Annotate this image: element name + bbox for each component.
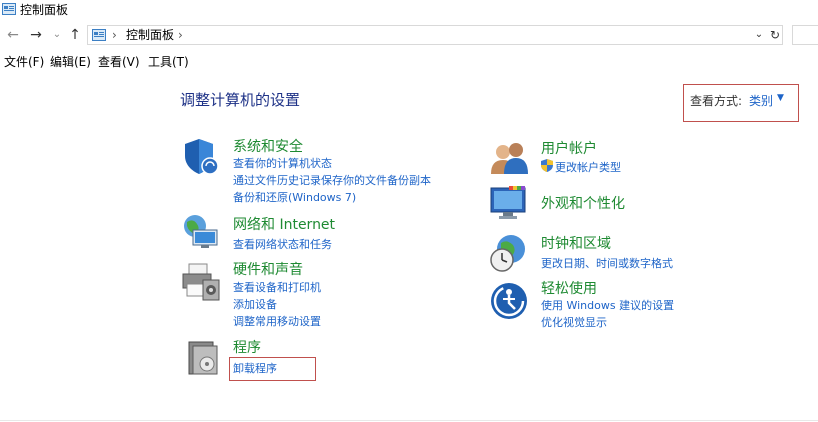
menu-edit[interactable]: 编辑(E) [50, 53, 91, 71]
breadcrumb-separator[interactable]: › [112, 27, 117, 43]
link-file-history-backup[interactable]: 通过文件历史记录保存你的文件备份副本 [233, 172, 431, 188]
network-icon [184, 215, 218, 248]
link-backup-restore[interactable]: 备份和还原(Windows 7) [233, 189, 356, 205]
refresh-button[interactable]: ↻ [768, 25, 782, 45]
breadcrumb-separator[interactable]: › [178, 27, 183, 43]
category-ease-of-access[interactable]: 轻松使用 [541, 278, 597, 298]
clock-globe-icon [490, 235, 525, 272]
shield-icon [185, 139, 219, 175]
link-optimize-visual-display[interactable]: 优化视觉显示 [541, 314, 607, 330]
users-icon [491, 143, 528, 174]
window-bottom-border [0, 420, 818, 421]
link-mobility-settings[interactable]: 调整常用移动设置 [233, 313, 321, 329]
category-system-security[interactable]: 系统和安全 [233, 136, 303, 156]
link-change-date-time-format[interactable]: 更改日期、时间或数字格式 [541, 255, 673, 271]
address-bar[interactable]: › 控制面板 › [87, 25, 783, 45]
back-button[interactable]: ← [4, 25, 22, 45]
control-panel-icon [92, 29, 106, 41]
page-title: 调整计算机的设置 [180, 91, 301, 109]
link-network-status[interactable]: 查看网络状态和任务 [233, 236, 332, 252]
view-by-dropdown[interactable]: 类别 [749, 92, 773, 109]
category-user-accounts[interactable]: 用户帐户 [541, 138, 597, 158]
category-hardware-sound[interactable]: 硬件和声音 [233, 259, 303, 279]
uninstall-highlight [229, 357, 316, 381]
title-bar: 控制面板 [0, 0, 818, 22]
link-add-device[interactable]: 添加设备 [233, 296, 277, 312]
recent-locations-button[interactable]: ⌄ [48, 25, 66, 45]
chevron-down-icon[interactable]: ▼ [777, 93, 784, 103]
control-panel-icon [2, 3, 16, 15]
window-title: 控制面板 [20, 3, 69, 17]
view-by-highlight: 查看方式: 类别 ▼ [683, 84, 799, 122]
search-input[interactable] [792, 25, 818, 45]
category-network-internet[interactable]: 网络和 Internet [233, 214, 335, 234]
category-appearance[interactable]: 外观和个性化 [541, 193, 625, 213]
forward-button[interactable]: → [27, 25, 45, 45]
menu-view[interactable]: 查看(V) [98, 53, 140, 71]
view-by-label: 查看方式: [690, 94, 743, 108]
breadcrumb-item[interactable]: 控制面板 [126, 28, 174, 43]
link-devices-printers[interactable]: 查看设备和打印机 [233, 279, 321, 295]
category-programs[interactable]: 程序 [233, 337, 261, 357]
category-clock-region[interactable]: 时钟和区域 [541, 233, 611, 253]
programs-icon [188, 341, 218, 375]
address-dropdown-button[interactable]: ⌄ [752, 25, 766, 45]
uac-shield-icon [541, 159, 553, 172]
up-button[interactable]: ↑ [66, 25, 84, 45]
menu-file[interactable]: 文件(F) [4, 53, 44, 71]
appearance-icon [490, 186, 526, 219]
menu-tools[interactable]: 工具(T) [148, 53, 189, 71]
printer-icon [182, 263, 220, 301]
link-view-computer-status[interactable]: 查看你的计算机状态 [233, 155, 332, 171]
ease-of-access-icon [491, 283, 527, 319]
link-windows-recommended-settings[interactable]: 使用 Windows 建议的设置 [541, 297, 674, 313]
link-change-account-type[interactable]: 更改帐户类型 [555, 159, 621, 175]
